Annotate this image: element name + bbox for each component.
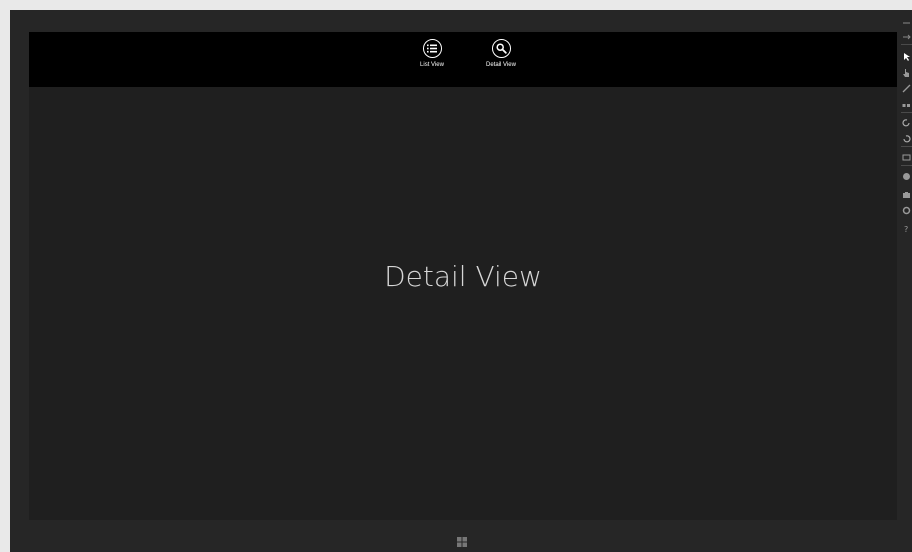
location-icon[interactable] bbox=[902, 172, 911, 181]
rotate-icon[interactable] bbox=[902, 100, 911, 109]
detail-view-label: Detail View bbox=[486, 62, 516, 68]
toolbar-divider bbox=[901, 165, 912, 166]
pinch-zoom-icon[interactable] bbox=[902, 84, 911, 93]
screenshot-icon[interactable] bbox=[902, 190, 911, 199]
app-bar: List View Detail View bbox=[29, 32, 897, 87]
help-icon[interactable]: ? bbox=[902, 224, 911, 233]
touch-icon[interactable] bbox=[902, 68, 911, 77]
toolbar-divider bbox=[901, 112, 912, 113]
list-view-label: List View bbox=[420, 62, 444, 68]
resolution-icon[interactable] bbox=[902, 153, 911, 162]
windows-logo-icon[interactable] bbox=[457, 532, 467, 547]
pin-icon[interactable] bbox=[902, 32, 911, 41]
list-icon bbox=[422, 39, 442, 58]
pointer-icon[interactable] bbox=[902, 52, 911, 61]
minimize-icon[interactable] bbox=[902, 18, 911, 27]
settings-icon[interactable] bbox=[902, 206, 911, 215]
rotate-counterclockwise-icon[interactable] bbox=[902, 134, 911, 143]
app-screen: List View Detail View Detail View bbox=[29, 32, 897, 520]
toolbar-divider bbox=[901, 44, 912, 45]
search-icon bbox=[491, 39, 511, 58]
detail-view-button[interactable]: Detail View bbox=[471, 39, 531, 85]
svg-text:?: ? bbox=[904, 225, 908, 233]
simulator-toolbar: ? bbox=[900, 10, 912, 260]
page-title: Detail View bbox=[384, 260, 542, 293]
toolbar-divider bbox=[901, 146, 912, 147]
rotate-clockwise-icon[interactable] bbox=[902, 118, 911, 127]
list-view-button[interactable]: List View bbox=[402, 39, 462, 85]
